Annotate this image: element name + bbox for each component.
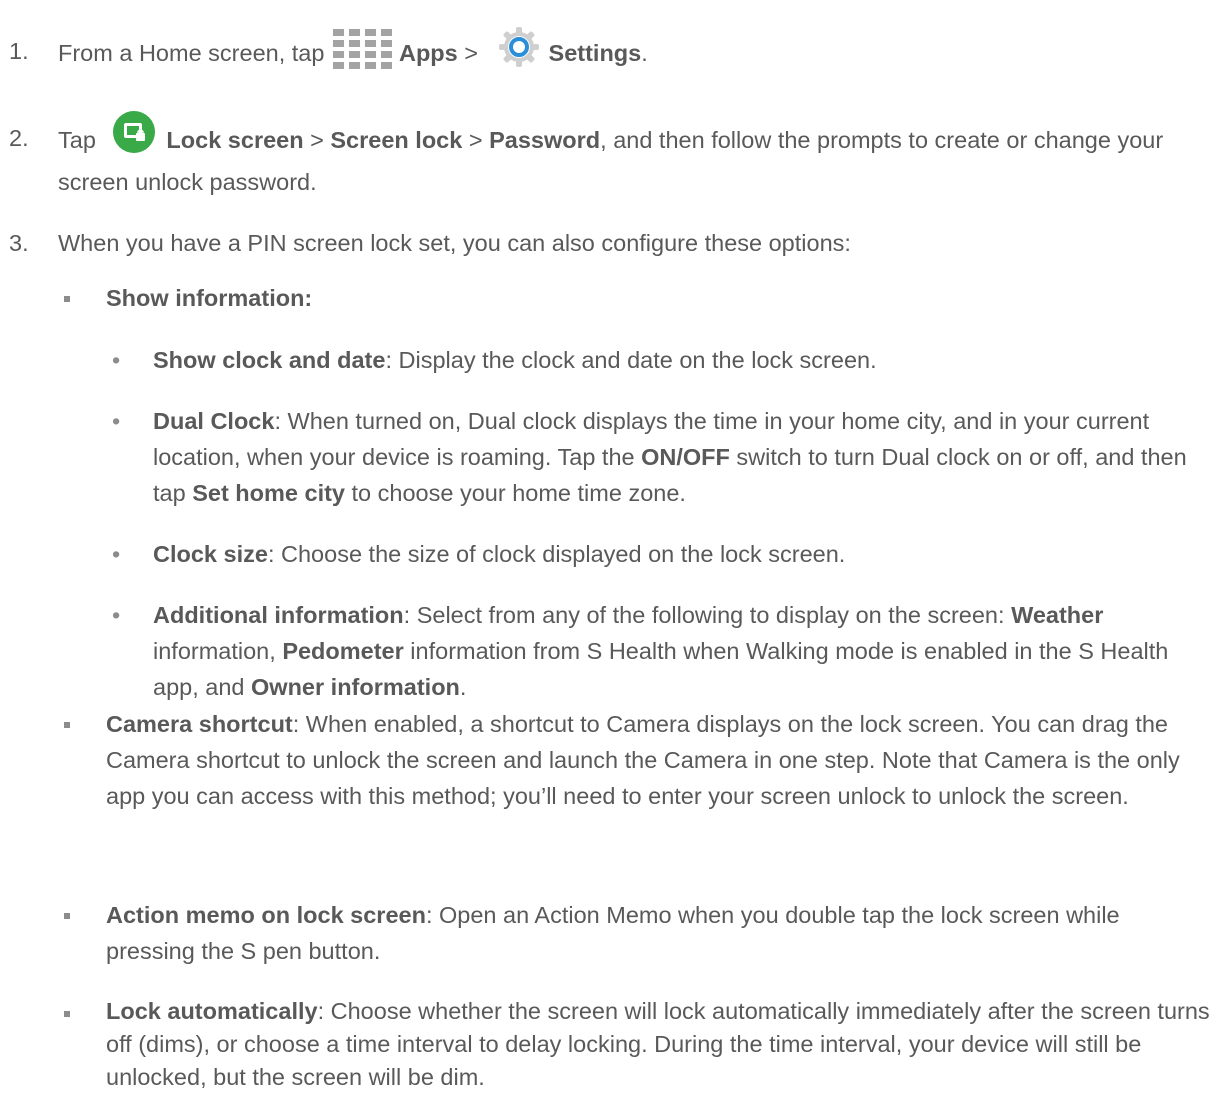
settings-label: Settings xyxy=(548,40,642,67)
screen-lock-label: Screen lock xyxy=(330,127,463,154)
step-number: 2. xyxy=(9,125,29,151)
settings-gear-icon xyxy=(497,25,541,69)
option-label: Dual Clock xyxy=(153,408,275,434)
weather-label: Weather xyxy=(1011,602,1104,628)
square-bullet-icon xyxy=(64,722,70,728)
lock-screen-label: Lock screen xyxy=(166,127,304,154)
option-label: Show information: xyxy=(106,285,313,311)
step-text: From a Home screen, tap Apps > Settings. xyxy=(58,27,1200,77)
on-off-label: ON/OFF xyxy=(641,444,730,470)
option-label: Lock automatically xyxy=(106,998,318,1024)
lock-screen-icon xyxy=(112,110,156,154)
option-label: Action memo on lock screen xyxy=(106,902,426,928)
step-text: When you have a PIN screen lock set, you… xyxy=(58,230,851,256)
round-bullet-icon: • xyxy=(112,347,121,373)
owner-information-label: Owner information xyxy=(251,674,460,700)
square-bullet-icon xyxy=(64,296,70,302)
step-number: 1. xyxy=(9,38,29,64)
option-label: Clock size xyxy=(153,541,268,567)
password-label: Password xyxy=(489,127,601,154)
round-bullet-icon: • xyxy=(112,602,121,628)
apps-label: Apps xyxy=(398,40,458,67)
apps-grid-icon xyxy=(332,29,395,69)
round-bullet-icon: • xyxy=(112,541,121,567)
pedometer-label: Pedometer xyxy=(282,638,404,664)
document-page: 1. From a Home screen, tap Apps > Settin… xyxy=(0,0,1219,1094)
option-label: Show clock and date xyxy=(153,347,386,373)
square-bullet-icon xyxy=(64,913,70,919)
option-label: Additional information xyxy=(153,602,404,628)
step-text: Tap Lock screen > Screen lock > Password… xyxy=(58,111,1200,200)
round-bullet-icon: • xyxy=(112,408,121,434)
set-home-city-label: Set home city xyxy=(192,480,345,506)
square-bullet-icon xyxy=(64,1011,70,1017)
option-label: Camera shortcut xyxy=(106,711,293,737)
step-number: 3. xyxy=(9,230,29,256)
